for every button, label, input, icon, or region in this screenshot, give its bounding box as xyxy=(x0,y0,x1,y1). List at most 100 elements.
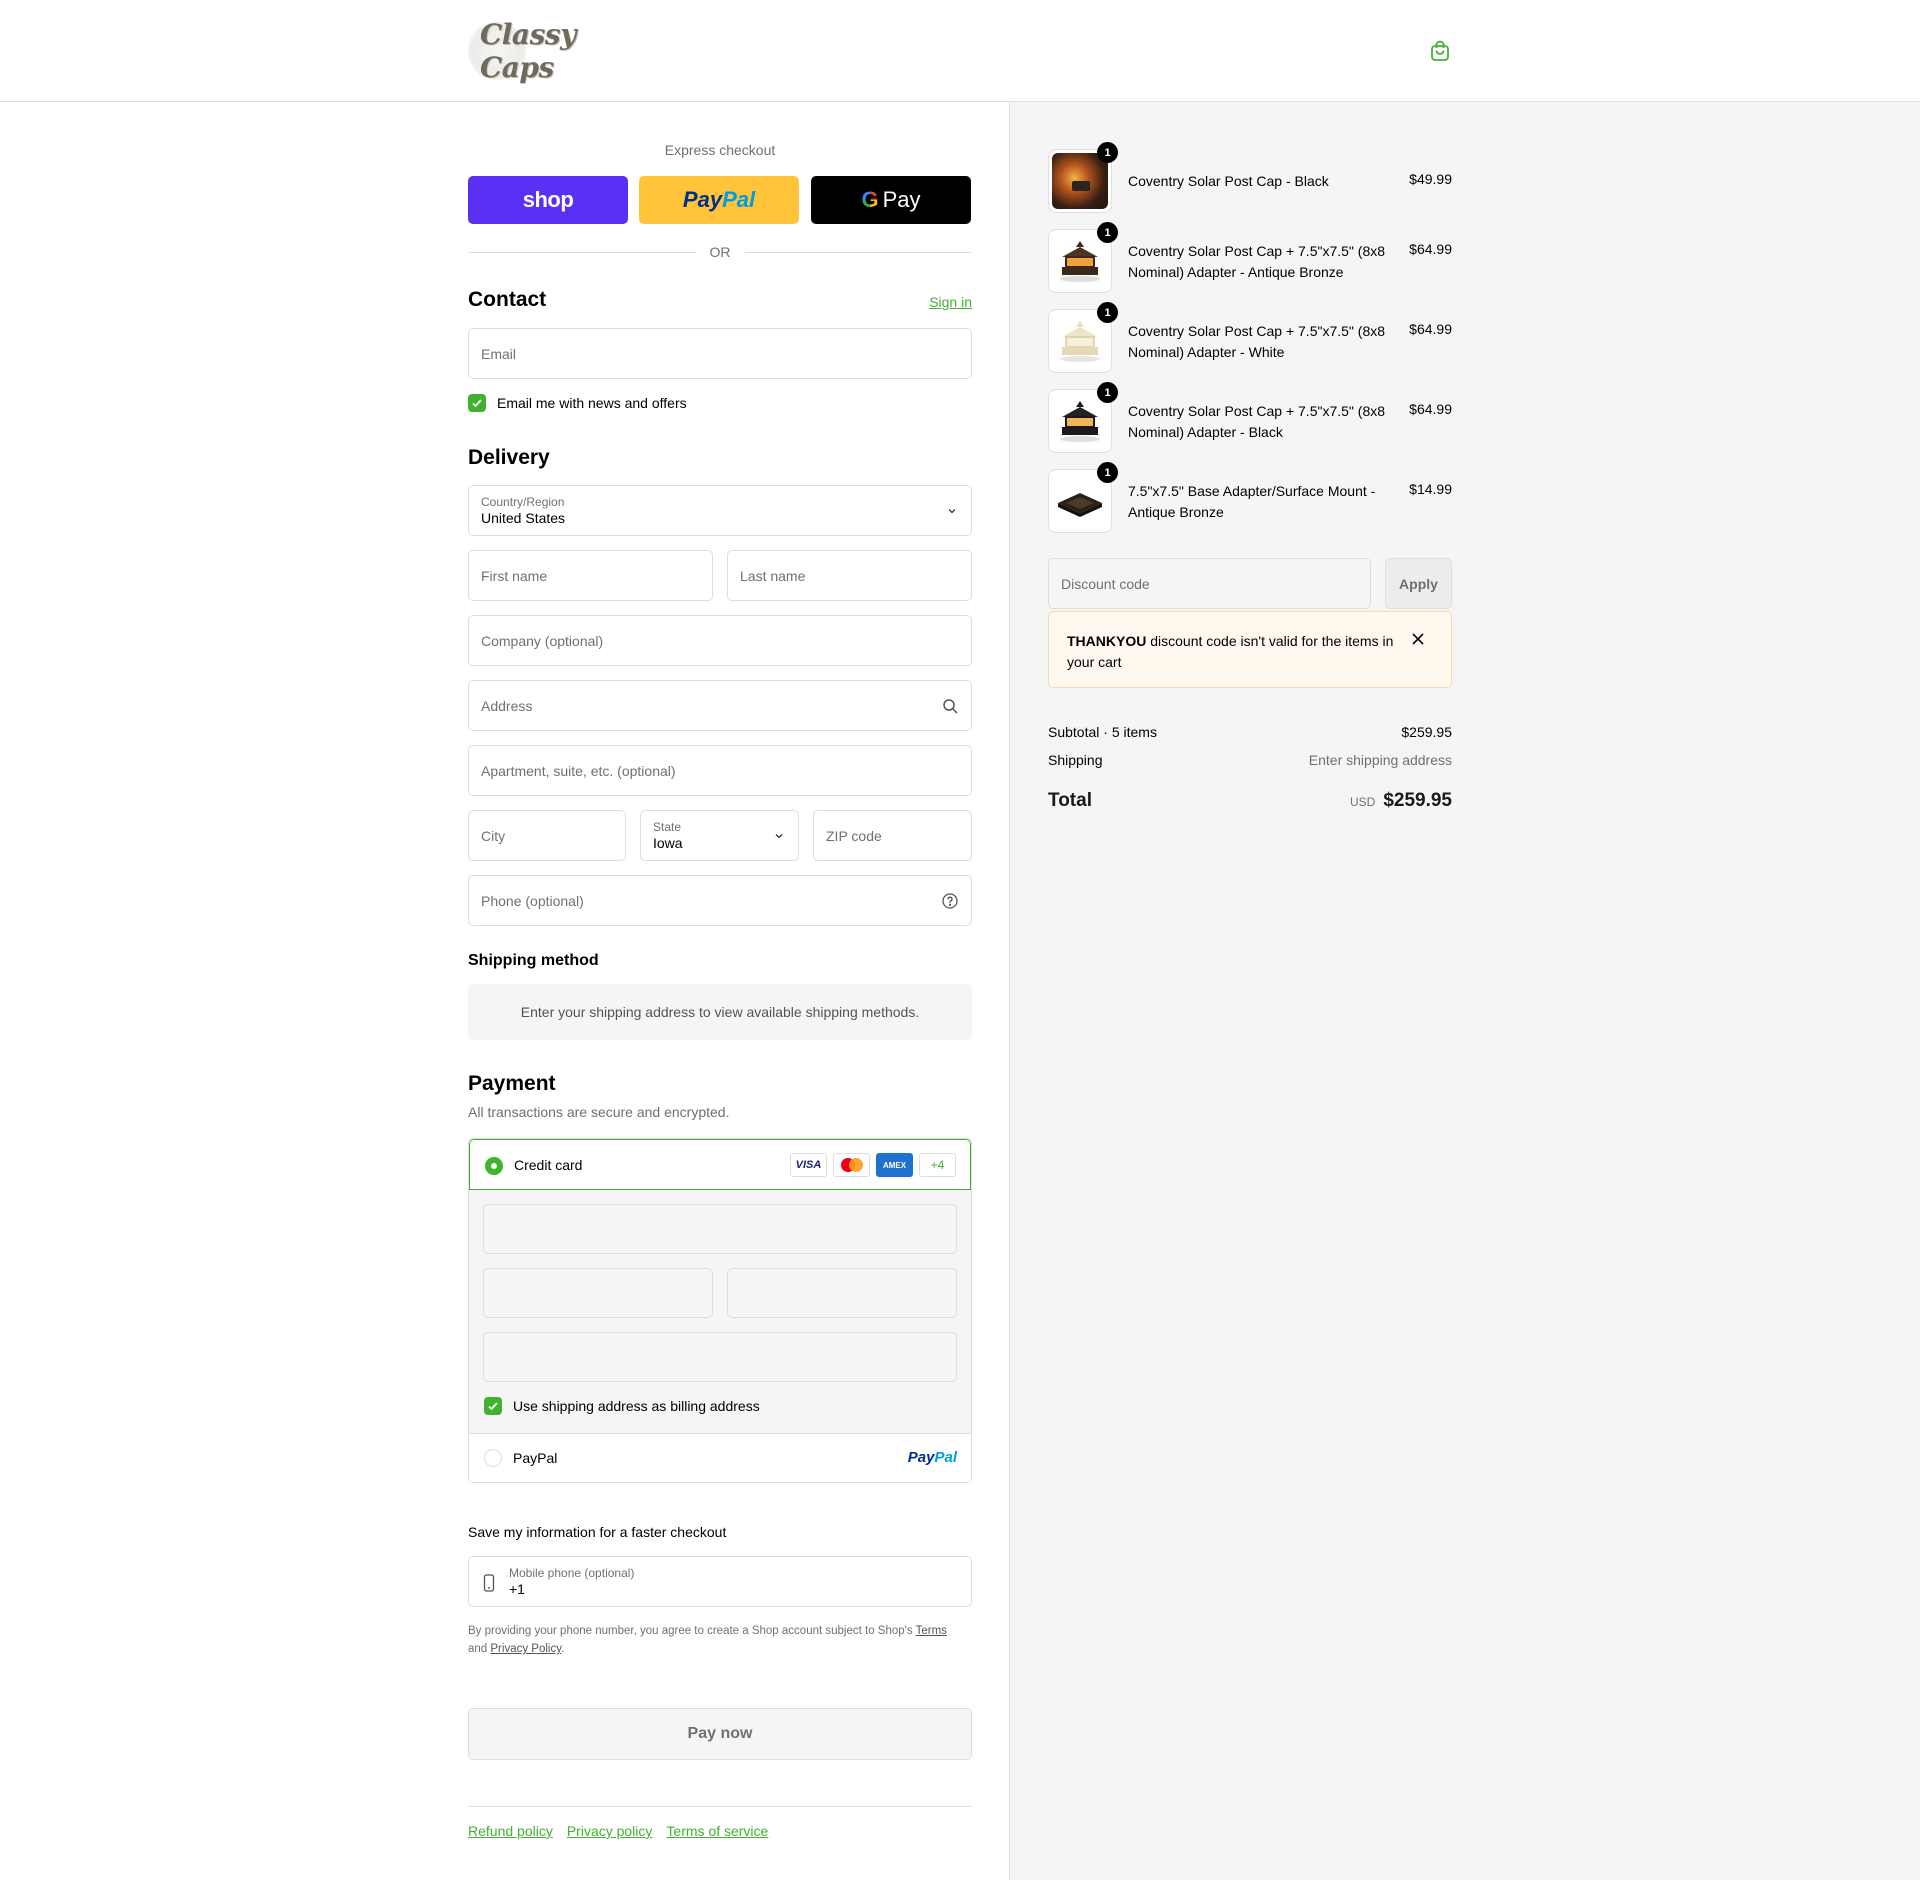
mobile-phone-icon xyxy=(483,1574,495,1592)
billing-label: Use shipping address as billing address xyxy=(513,1398,760,1414)
card-number-field[interactable] xyxy=(483,1204,957,1254)
or-divider: OR xyxy=(468,242,972,262)
cart-item: 1 Coventry Solar Post Cap + 7.5"x7.5" (8… xyxy=(1048,302,1452,373)
paypal-option[interactable]: PayPal PayPal xyxy=(469,1434,971,1482)
header: Classy Caps xyxy=(0,0,1920,102)
last-name-placeholder: Last name xyxy=(740,567,806,584)
or-text: OR xyxy=(709,244,731,260)
apartment-placeholder: Apartment, suite, etc. (optional) xyxy=(481,762,676,779)
close-icon[interactable] xyxy=(1411,632,1425,646)
brand-logo[interactable]: Classy Caps xyxy=(468,18,618,84)
shop-privacy-link[interactable]: Privacy Policy xyxy=(490,1643,561,1655)
check-icon xyxy=(488,1402,498,1411)
subtotal-value: $259.95 xyxy=(1401,724,1452,740)
pay-now-button[interactable]: Pay now xyxy=(468,1708,972,1760)
zip-field[interactable]: ZIP code xyxy=(813,810,972,861)
quantity-badge: 1 xyxy=(1097,382,1118,403)
google-pay-button[interactable]: G Pay xyxy=(811,176,971,224)
payment-methods: Credit card VISA AMEX +4 Use shipping ad… xyxy=(468,1138,972,1483)
product-thumbnail: 1 xyxy=(1048,142,1118,213)
item-name: Coventry Solar Post Cap + 7.5"x7.5" (8x8… xyxy=(1128,403,1386,440)
google-g-icon: G xyxy=(861,187,879,212)
card-cvv-field[interactable] xyxy=(727,1268,957,1318)
quantity-badge: 1 xyxy=(1097,142,1118,163)
shipping-row: Shipping Enter shipping address xyxy=(1048,752,1452,768)
country-select[interactable]: Country/Region United States xyxy=(468,485,972,536)
mastercard-icon xyxy=(833,1153,870,1177)
phone-placeholder: Phone (optional) xyxy=(481,892,584,909)
card-expiry-field[interactable] xyxy=(483,1268,713,1318)
paypal-logo-pay: Pay xyxy=(682,187,723,212)
paypal-radio[interactable] xyxy=(484,1449,502,1467)
billing-checkbox[interactable] xyxy=(484,1397,502,1415)
total-row: Total USD $259.95 xyxy=(1048,790,1452,812)
contact-title: Contact xyxy=(468,288,547,311)
subtotal-label: Subtotal · 5 items xyxy=(1048,724,1157,740)
card-brands: VISA AMEX +4 xyxy=(790,1153,956,1177)
item-price: $64.99 xyxy=(1409,401,1452,417)
cart-item: 1 Coventry Solar Post Cap - Black $49.99 xyxy=(1048,142,1452,213)
credit-card-radio[interactable] xyxy=(485,1157,503,1175)
credit-card-option[interactable]: Credit card VISA AMEX +4 xyxy=(469,1139,971,1190)
sign-in-link[interactable]: Sign in xyxy=(929,294,972,310)
news-label: Email me with news and offers xyxy=(497,395,687,411)
currency-code: USD xyxy=(1349,795,1376,809)
chevron-down-icon xyxy=(948,509,956,514)
paypal-label: PayPal xyxy=(513,1450,558,1466)
product-thumbnail: 1 xyxy=(1048,462,1118,533)
first-name-field[interactable]: First name xyxy=(468,550,713,601)
email-field[interactable]: Email xyxy=(468,328,972,379)
mobile-phone-field[interactable]: Mobile phone (optional) +1 xyxy=(468,1556,972,1607)
item-price: $64.99 xyxy=(1409,321,1452,337)
item-price: $49.99 xyxy=(1409,171,1452,187)
state-select[interactable]: State Iowa xyxy=(640,810,799,861)
shopping-bag-icon[interactable] xyxy=(1428,39,1452,63)
discount-code-input[interactable]: Discount code xyxy=(1048,558,1371,609)
delivery-title: Delivery xyxy=(468,446,550,469)
card-name-field[interactable] xyxy=(483,1332,957,1382)
paypal-logo: PayPal xyxy=(907,1449,957,1466)
news-checkbox[interactable] xyxy=(468,394,486,412)
quantity-badge: 1 xyxy=(1097,462,1118,483)
footer-divider xyxy=(468,1806,972,1807)
apply-discount-button[interactable]: Apply xyxy=(1385,558,1452,609)
paypal-logo-pal: Pal xyxy=(722,187,756,212)
address-placeholder: Address xyxy=(481,697,533,714)
express-checkout-label: Express checkout xyxy=(664,142,776,158)
shop-terms-link[interactable]: Terms xyxy=(916,1625,947,1637)
last-name-field[interactable]: Last name xyxy=(727,550,972,601)
credit-card-form: Use shipping address as billing address xyxy=(469,1190,971,1434)
item-price: $64.99 xyxy=(1409,241,1452,257)
total-value: USD $259.95 xyxy=(1349,790,1452,811)
shop-pay-button[interactable]: shop xyxy=(468,176,628,224)
shipping-method-title: Shipping method xyxy=(468,952,599,969)
terms-of-service-link[interactable]: Terms of service xyxy=(666,1823,768,1839)
shipping-value: Enter shipping address xyxy=(1308,752,1452,768)
country-label: Country/Region xyxy=(481,494,565,509)
apartment-field[interactable]: Apartment, suite, etc. (optional) xyxy=(468,745,972,796)
product-thumbnail: 1 xyxy=(1048,222,1118,293)
city-placeholder: City xyxy=(481,827,506,844)
discount-placeholder: Discount code xyxy=(1061,575,1150,592)
cart-item: 1 7.5"x7.5" Base Adapter/Surface Mount -… xyxy=(1048,462,1452,533)
refund-policy-link[interactable]: Refund policy xyxy=(468,1823,553,1839)
product-thumbnail: 1 xyxy=(1048,302,1118,373)
company-field[interactable]: Company (optional) xyxy=(468,615,972,666)
privacy-policy-link[interactable]: Privacy policy xyxy=(567,1823,653,1839)
address-field[interactable]: Address xyxy=(468,680,972,731)
discount-error-text: THANKYOU discount code isn't valid for t… xyxy=(1067,633,1394,670)
shipping-label: Shipping xyxy=(1048,752,1103,768)
item-price: $14.99 xyxy=(1409,481,1452,497)
more-cards-badge[interactable]: +4 xyxy=(919,1153,956,1177)
total-label: Total xyxy=(1048,790,1092,811)
quantity-badge: 1 xyxy=(1097,302,1118,323)
search-icon[interactable] xyxy=(941,697,959,715)
help-circle-icon[interactable] xyxy=(941,892,959,910)
footer-links: Refund policy Privacy policy Terms of se… xyxy=(468,1823,768,1839)
subtotal-row: Subtotal · 5 items $259.95 xyxy=(1048,724,1452,740)
payment-title: Payment xyxy=(468,1072,556,1095)
phone-field[interactable]: Phone (optional) xyxy=(468,875,972,926)
email-placeholder: Email xyxy=(481,345,517,362)
city-field[interactable]: City xyxy=(468,810,626,861)
paypal-express-button[interactable]: Pay Pal xyxy=(639,176,799,224)
